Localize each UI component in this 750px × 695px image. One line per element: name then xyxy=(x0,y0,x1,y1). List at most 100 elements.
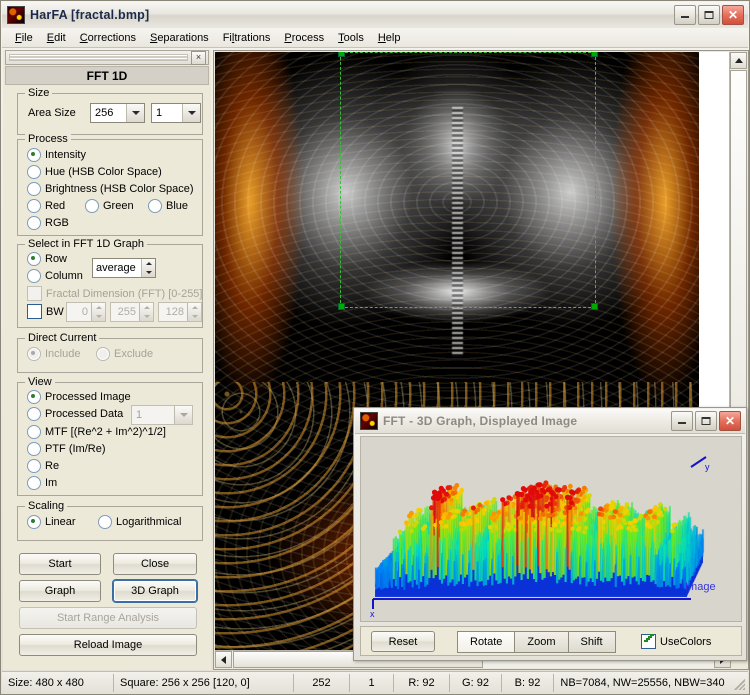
menu-item-edit[interactable]: Edit xyxy=(40,30,73,46)
radio-icon[interactable] xyxy=(27,407,41,421)
radio-red[interactable]: Red xyxy=(27,199,65,213)
menu-item-tools[interactable]: Tools xyxy=(331,30,371,46)
chevron-down-icon xyxy=(174,406,192,424)
menu-item-filtrations[interactable]: Filtrations xyxy=(216,30,278,46)
average-mode-value: average xyxy=(96,262,136,274)
chevron-up-icon xyxy=(734,58,743,63)
radio-icon[interactable] xyxy=(27,165,41,179)
series-label: Image xyxy=(685,581,716,593)
area-size-select[interactable]: 256 xyxy=(90,103,145,123)
radio-processed-image[interactable]: Processed Image xyxy=(27,390,131,404)
radio-column[interactable]: Column xyxy=(27,269,83,283)
spinner-arrows-icon xyxy=(187,303,201,321)
radio-icon xyxy=(96,347,110,361)
selection-handle[interactable] xyxy=(591,52,598,57)
graph3d-maximize-button[interactable] xyxy=(695,411,717,431)
graph3d-minimize-button[interactable] xyxy=(671,411,693,431)
radio-icon[interactable] xyxy=(85,199,99,213)
chevron-down-icon[interactable] xyxy=(126,104,144,122)
radio-icon[interactable] xyxy=(27,269,41,283)
menu-item-file[interactable]: File xyxy=(8,30,40,46)
spinner-arrows-icon xyxy=(139,303,153,321)
radio-icon[interactable] xyxy=(148,199,162,213)
area-count-select[interactable]: 1 xyxy=(151,103,201,123)
selection-handle[interactable] xyxy=(338,52,345,57)
radio-icon[interactable] xyxy=(27,199,41,213)
radio-icon[interactable] xyxy=(27,442,41,456)
close-panel-button[interactable]: Close xyxy=(113,553,197,575)
radio-label: MTF [(Re^2 + Im^2)^1/2] xyxy=(45,426,166,438)
checkbox-bw[interactable]: BW xyxy=(27,304,64,319)
radio-processed-data[interactable]: Processed Data xyxy=(27,407,123,421)
radio-icon[interactable] xyxy=(27,390,41,404)
radio-re[interactable]: Re xyxy=(27,459,59,473)
graph-3d-button[interactable]: 3D Graph xyxy=(113,580,197,602)
graph-button[interactable]: Graph xyxy=(19,580,101,602)
radio-icon[interactable] xyxy=(27,459,41,473)
close-button[interactable]: ✕ xyxy=(722,5,744,25)
radio-icon[interactable] xyxy=(27,216,41,230)
radio-icon[interactable] xyxy=(27,515,41,529)
menu-item-process[interactable]: Process xyxy=(277,30,331,46)
radio-brightness[interactable]: Brightness (HSB Color Space) xyxy=(27,182,194,196)
radio-icon[interactable] xyxy=(27,148,41,162)
maximize-button[interactable] xyxy=(698,5,720,25)
area-size-value: 256 xyxy=(95,107,114,119)
radio-icon[interactable] xyxy=(27,182,41,196)
menu-item-separations[interactable]: Separations xyxy=(143,30,216,46)
scroll-up-button[interactable] xyxy=(730,52,747,69)
radio-label: Linear xyxy=(45,516,76,528)
radio-icon[interactable] xyxy=(27,252,41,266)
checkbox-icon[interactable] xyxy=(27,304,42,319)
radio-ptf[interactable]: PTF (Im/Re) xyxy=(27,442,106,456)
graph3d-plot[interactable]: x y Image xyxy=(360,436,742,622)
reload-image-button[interactable]: Reload Image xyxy=(19,634,197,656)
menu-item-help[interactable]: Help xyxy=(371,30,408,46)
mode-zoom[interactable]: Zoom xyxy=(515,632,569,652)
radio-rgb[interactable]: RGB xyxy=(27,216,69,230)
graph3d-control-bar: Reset Rotate Zoom Shift UseColors xyxy=(360,626,742,656)
radio-logarithmical[interactable]: Logarithmical xyxy=(98,515,181,529)
radio-icon[interactable] xyxy=(27,425,41,439)
panel-close-icon[interactable]: × xyxy=(191,50,206,65)
surface-plot-svg: x y Image xyxy=(361,437,741,621)
bw-min-spinner: 0 xyxy=(66,302,106,322)
mode-rotate[interactable]: Rotate xyxy=(458,632,516,652)
radio-im[interactable]: Im xyxy=(27,476,57,490)
scaling-group: Scaling Linear Logarithmical xyxy=(17,500,203,541)
graph3d-close-button[interactable]: ✕ xyxy=(719,411,741,431)
radio-label: Exclude xyxy=(114,348,154,360)
chevron-down-icon[interactable] xyxy=(182,104,200,122)
scroll-left-button[interactable] xyxy=(215,651,232,668)
panel-dock-bar[interactable]: × xyxy=(5,50,209,65)
radio-label: Row xyxy=(45,253,68,265)
mode-shift[interactable]: Shift xyxy=(568,632,615,652)
radio-icon[interactable] xyxy=(98,515,112,529)
average-mode-spinner[interactable]: average xyxy=(92,258,156,278)
start-button[interactable]: Start xyxy=(19,553,101,575)
status-square: Square: 256 x 256 [120, 0] xyxy=(114,673,294,692)
panel-grip[interactable] xyxy=(9,54,188,61)
selection-handle[interactable] xyxy=(338,303,345,310)
selection-handle[interactable] xyxy=(591,303,598,310)
radio-label: PTF (Im/Re) xyxy=(45,443,106,455)
radio-icon[interactable] xyxy=(27,476,41,490)
bw-max-value: 255 xyxy=(117,306,136,318)
reset-button[interactable]: Reset xyxy=(371,631,435,652)
minimize-button[interactable] xyxy=(674,5,696,25)
checkbox-icon[interactable] xyxy=(641,634,656,649)
radio-hue[interactable]: Hue (HSB Color Space) xyxy=(27,165,162,179)
radio-linear[interactable]: Linear xyxy=(27,515,76,529)
radio-intensity[interactable]: Intensity xyxy=(27,148,86,162)
spinner-arrows-icon[interactable] xyxy=(141,259,155,277)
radio-row[interactable]: Row xyxy=(27,252,67,266)
checkbox-label: BW xyxy=(46,305,64,318)
radio-green[interactable]: Green xyxy=(85,199,134,213)
selection-rectangle[interactable] xyxy=(338,52,598,310)
radio-mtf[interactable]: MTF [(Re^2 + Im^2)^1/2] xyxy=(27,425,166,439)
resize-grip[interactable] xyxy=(731,675,745,690)
checkbox-usecolors[interactable]: UseColors xyxy=(641,634,711,649)
radio-blue[interactable]: Blue xyxy=(148,199,188,213)
select-in-graph-label: Select in FFT 1D Graph xyxy=(25,238,147,250)
menu-item-corrections[interactable]: Corrections xyxy=(73,30,143,46)
